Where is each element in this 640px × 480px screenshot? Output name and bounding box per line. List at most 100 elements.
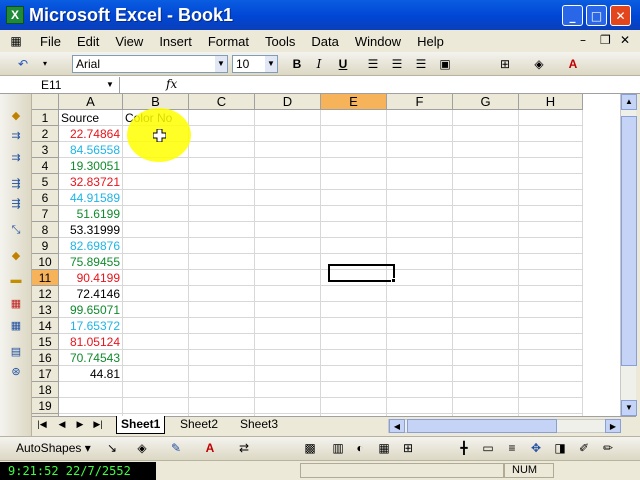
minimize-button[interactable]: _: [562, 5, 583, 26]
remove-arrows-icon[interactable]: ⤡: [8, 222, 24, 238]
undo-dropdown-icon[interactable]: ▾: [36, 56, 54, 72]
row-header-5[interactable]: 5: [32, 174, 59, 190]
workbook-close-button[interactable]: ✕: [620, 33, 630, 47]
cell-a11[interactable]: 90.4199: [59, 270, 123, 286]
row-header-2[interactable]: 2: [32, 126, 59, 142]
cell-b14[interactable]: [123, 318, 189, 334]
shadow-style-icon[interactable]: ✥: [528, 440, 544, 456]
title-bar[interactable]: X Microsoft Excel - Book1: [0, 0, 640, 30]
column-header-a[interactable]: A: [59, 94, 123, 110]
insert-diagram-icon[interactable]: ◐: [352, 440, 368, 456]
cell-b19[interactable]: [123, 398, 189, 414]
row-header-16[interactable]: 16: [32, 350, 59, 366]
evaluate-formula-icon[interactable]: ⊛: [8, 364, 24, 380]
scroll-up-icon[interactable]: ▲: [621, 94, 637, 110]
pen-icon[interactable]: ✐: [576, 440, 592, 456]
cell-d9[interactable]: [255, 238, 321, 254]
cell-d1[interactable]: [255, 110, 321, 126]
autoshapes-menu[interactable]: AutoShapes ▾: [16, 441, 91, 455]
insert-function-icon[interactable]: fx: [166, 77, 177, 91]
row-header-1[interactable]: 1: [32, 110, 59, 126]
remove-precedents-icon[interactable]: ⇉: [8, 150, 24, 166]
cell-c9[interactable]: [189, 238, 255, 254]
cell-c4[interactable]: [189, 158, 255, 174]
cell-b12[interactable]: [123, 286, 189, 302]
cell-b5[interactable]: [123, 174, 189, 190]
cell-h18[interactable]: [519, 382, 583, 398]
cell-a5[interactable]: 32.83721: [59, 174, 123, 190]
cell-g13[interactable]: [453, 302, 519, 318]
cell-e5[interactable]: [321, 174, 387, 190]
bold-button[interactable]: B: [288, 56, 306, 72]
row-header-17[interactable]: 17: [32, 366, 59, 382]
cell-g18[interactable]: [453, 382, 519, 398]
cell-h1[interactable]: [519, 110, 583, 126]
workbook-restore-button[interactable]: ❐: [600, 33, 611, 47]
cell-a19[interactable]: [59, 398, 123, 414]
cell-b17[interactable]: [123, 366, 189, 382]
cell-f10[interactable]: [387, 254, 453, 270]
trace-error-icon[interactable]: ◆: [8, 108, 24, 124]
cell-h9[interactable]: [519, 238, 583, 254]
undo-icon[interactable]: ↶: [14, 56, 32, 72]
cell-c6[interactable]: [189, 190, 255, 206]
cell-d12[interactable]: [255, 286, 321, 302]
cell-c16[interactable]: [189, 350, 255, 366]
cell-c11[interactable]: [189, 270, 255, 286]
cell-a8[interactable]: 53.31999: [59, 222, 123, 238]
cell-c19[interactable]: [189, 398, 255, 414]
cell-b15[interactable]: [123, 334, 189, 350]
horizontal-scrollbar[interactable]: ◀ ▶: [388, 419, 621, 433]
cell-c5[interactable]: [189, 174, 255, 190]
cell-c2[interactable]: [189, 126, 255, 142]
cell-d18[interactable]: [255, 382, 321, 398]
insert-picture-icon[interactable]: ▩: [302, 440, 318, 456]
cell-d8[interactable]: [255, 222, 321, 238]
font-color-icon[interactable]: A: [202, 440, 218, 456]
font-name-select[interactable]: Arial ▼: [72, 55, 228, 73]
row-header-3[interactable]: 3: [32, 142, 59, 158]
line-style-icon[interactable]: ≡: [504, 440, 520, 456]
cell-b6[interactable]: [123, 190, 189, 206]
cell-c10[interactable]: [189, 254, 255, 270]
cell-h16[interactable]: [519, 350, 583, 366]
cell-g4[interactable]: [453, 158, 519, 174]
cell-h5[interactable]: [519, 174, 583, 190]
textbox-icon[interactable]: ▦: [376, 440, 392, 456]
cell-b13[interactable]: [123, 302, 189, 318]
cell-c12[interactable]: [189, 286, 255, 302]
vertical-scroll-thumb[interactable]: [621, 116, 637, 366]
tab-sheet2[interactable]: Sheet2: [176, 416, 222, 434]
cell-g7[interactable]: [453, 206, 519, 222]
cell-d17[interactable]: [255, 366, 321, 382]
arrow-style-icon[interactable]: ⇄: [236, 440, 252, 456]
cell-a14[interactable]: 17.65372: [59, 318, 123, 334]
maximize-button[interactable]: □: [586, 5, 607, 26]
menu-edit[interactable]: Edit: [69, 34, 107, 49]
cell-h11[interactable]: [519, 270, 583, 286]
menu-tools[interactable]: Tools: [257, 34, 303, 49]
tab-sheet3[interactable]: Sheet3: [236, 416, 282, 434]
cell-b18[interactable]: [123, 382, 189, 398]
cell-f17[interactable]: [387, 366, 453, 382]
show-watch-icon[interactable]: ▤: [8, 344, 24, 360]
cell-a12[interactable]: 72.4146: [59, 286, 123, 302]
cell-c15[interactable]: [189, 334, 255, 350]
circle-invalid-icon[interactable]: ▦: [8, 296, 24, 312]
column-header-f[interactable]: F: [387, 94, 453, 110]
cell-d6[interactable]: [255, 190, 321, 206]
cell-e19[interactable]: [321, 398, 387, 414]
next-sheet-icon[interactable]: ▶: [74, 419, 86, 430]
cell-f6[interactable]: [387, 190, 453, 206]
first-sheet-icon[interactable]: |◀: [36, 419, 48, 430]
cell-e6[interactable]: [321, 190, 387, 206]
3d-style-icon[interactable]: ◨: [552, 440, 568, 456]
chevron-down-icon[interactable]: ▼: [265, 56, 277, 72]
scroll-right-icon[interactable]: ▶: [605, 419, 621, 433]
cell-h14[interactable]: [519, 318, 583, 334]
cell-g6[interactable]: [453, 190, 519, 206]
tab-sheet1[interactable]: Sheet1: [116, 416, 166, 434]
cell-e8[interactable]: [321, 222, 387, 238]
cell-f1[interactable]: [387, 110, 453, 126]
cell-f8[interactable]: [387, 222, 453, 238]
